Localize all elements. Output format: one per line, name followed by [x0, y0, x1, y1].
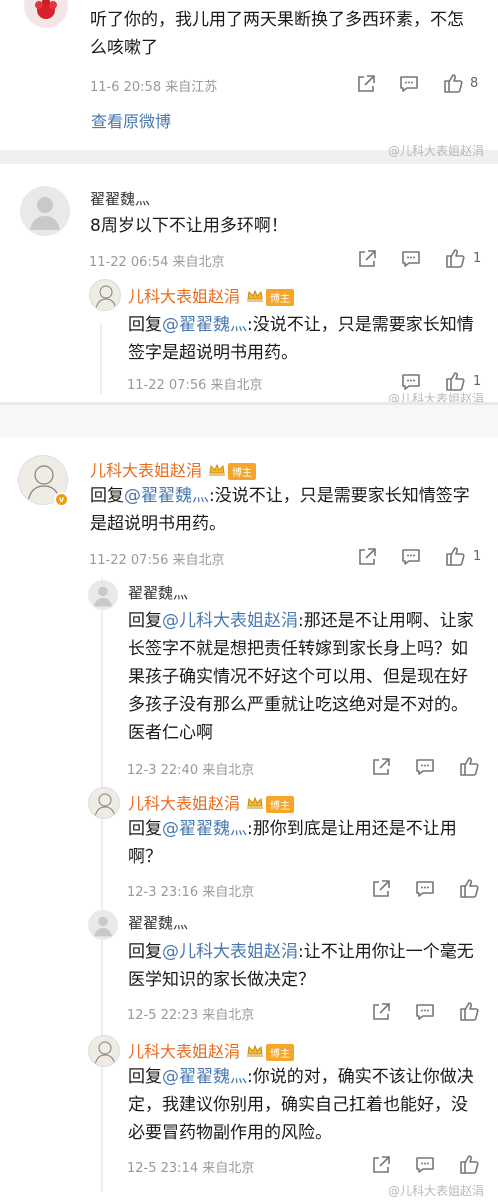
thumbs-up-icon[interactable]	[444, 370, 466, 392]
avatar[interactable]	[88, 1035, 120, 1067]
reply-prefix: 回复	[90, 486, 124, 506]
reply-meta: 12-5 22:23 来自北京	[127, 1008, 255, 1023]
comment-card: 翟翟魏灬 8周岁以下不让用多环啊！ 11-22 06:54 来自北京 1 儿科大…	[0, 164, 498, 402]
crown-icon	[246, 288, 264, 307]
reply-text: 回复@翟翟魏灬:你说的对，确实不该让你做决定，我建议你别用，确实自己扛着也能好，…	[128, 1063, 478, 1147]
host-badge: 博主	[266, 289, 295, 306]
comment-icon[interactable]	[400, 546, 422, 568]
crown-icon	[208, 462, 226, 481]
comment-icon[interactable]	[398, 73, 420, 95]
share-icon[interactable]	[356, 248, 378, 270]
commenter-name[interactable]: 翟翟魏灬	[90, 188, 150, 209]
thumbs-up-icon[interactable]	[458, 1153, 480, 1175]
thumbs-up-icon[interactable]	[458, 877, 480, 899]
reply-meta: 12-5 23:14 来自北京	[127, 1161, 255, 1176]
share-icon[interactable]	[370, 878, 392, 900]
comment-icon[interactable]	[414, 1154, 436, 1176]
avatar[interactable]	[88, 910, 118, 940]
avatar[interactable]	[88, 787, 120, 819]
avatar[interactable]	[89, 279, 121, 311]
mention-link[interactable]: @翟翟魏灬	[162, 1067, 247, 1087]
comment-meta: 11-22 07:56 来自北京	[89, 553, 225, 568]
comment-text: 听了你的，我儿用了两天果断换了多西环素，不怎么咳嗽了	[90, 10, 464, 58]
like-count: 8	[470, 76, 479, 91]
reply-text: 回复@儿科大表姐赵涓:让不让用你让一个毫无医学知识的家长做决定？	[128, 938, 478, 994]
like-count: 1	[473, 251, 482, 266]
comment-meta: 11-6 20:58 来自江苏	[90, 80, 218, 95]
crown-icon	[246, 795, 264, 814]
author-name[interactable]: 儿科大表姐赵涓	[90, 461, 202, 480]
reply-author-name[interactable]: 儿科大表姐赵涓	[128, 287, 240, 306]
like-count: 1	[473, 374, 482, 389]
comment-icon[interactable]	[400, 248, 422, 270]
comment-text: 回复@翟翟魏灬:没说不让，只是需要家长知情签字是超说明书用药。	[90, 482, 480, 538]
like-count: 1	[473, 549, 482, 564]
mention-link[interactable]: @儿科大表姐赵涓	[162, 611, 298, 631]
reply-text: 回复@翟翟魏灬:那你到底是让用还是不让用啊？	[128, 815, 478, 871]
share-icon[interactable]	[370, 1154, 392, 1176]
reply-text: 回复@翟翟魏灬:没说不让，只是需要家长知情签字是超说明书用药。	[128, 311, 478, 367]
view-original-link[interactable]: 查看原微博	[91, 108, 171, 132]
reply-prefix: 回复	[128, 315, 162, 335]
divider	[0, 405, 498, 437]
verified-badge-icon: v	[54, 492, 69, 507]
share-icon[interactable]	[355, 73, 377, 95]
thumbs-up-icon[interactable]	[444, 545, 466, 567]
reply-meta: 12-3 22:40 来自北京	[127, 763, 255, 778]
host-badge: 博主	[266, 796, 295, 813]
share-icon[interactable]	[356, 546, 378, 568]
share-icon[interactable]	[370, 1001, 392, 1023]
comment-icon[interactable]	[414, 1001, 436, 1023]
reply-author[interactable]: 儿科大表姐赵涓 博主	[128, 1038, 295, 1062]
reply-prefix: 回复	[128, 819, 162, 839]
mention-link[interactable]: @翟翟魏灬	[162, 315, 247, 335]
watermark: @儿科大表姐赵涓	[388, 1184, 485, 1198]
comment-text: 8周岁以下不让用多环啊！	[90, 216, 288, 236]
watermark: @儿科大表姐赵涓	[388, 144, 485, 158]
reply-meta: 11-22 07:56 来自北京	[127, 378, 263, 393]
comment-icon[interactable]	[414, 878, 436, 900]
reply-author-name[interactable]: 儿科大表姐赵涓	[128, 1042, 240, 1061]
reply-author[interactable]: 儿科大表姐赵涓 博主	[128, 283, 295, 307]
share-icon[interactable]	[370, 756, 392, 778]
mention-link[interactable]: @翟翟魏灬	[162, 819, 247, 839]
comment-author[interactable]: 儿科大表姐赵涓 博主	[90, 457, 257, 481]
reply-author-name[interactable]: 翟翟魏灬	[128, 912, 188, 933]
top-comment-card: 听了你的，我儿用了两天果断换了多西环素，不怎么咳嗽了 11-6 20:58 来自…	[0, 0, 498, 150]
mention-link[interactable]: @翟翟魏灬	[124, 486, 209, 506]
reply-thread-line	[101, 577, 103, 1192]
reply-author-name[interactable]: 儿科大表姐赵涓	[128, 794, 240, 813]
thumbs-up-icon[interactable]	[458, 755, 480, 777]
avatar[interactable]	[24, 0, 68, 28]
reply-prefix: 回复	[128, 611, 162, 631]
reply-author-name[interactable]: 翟翟魏灬	[128, 582, 188, 603]
mention-link[interactable]: @儿科大表姐赵涓	[162, 942, 298, 962]
avatar[interactable]	[88, 580, 118, 610]
reply-text: 回复@儿科大表姐赵涓:那还是不让用啊、让家长签字不就是想把责任转嫁到家长身上吗？…	[128, 607, 478, 747]
thumbs-up-icon[interactable]	[458, 1000, 480, 1022]
thumbs-up-icon[interactable]	[442, 72, 464, 94]
reply-prefix: 回复	[128, 942, 162, 962]
reply-prefix: 回复	[128, 1067, 162, 1087]
thread-card: v 儿科大表姐赵涓 博主 回复@翟翟魏灬:没说不让，只是需要家长知情签字是超说明书…	[0, 437, 498, 1200]
crown-icon	[246, 1043, 264, 1062]
host-badge: 博主	[266, 1044, 295, 1061]
comment-icon[interactable]	[414, 756, 436, 778]
avatar[interactable]	[20, 186, 70, 236]
thumbs-up-icon[interactable]	[444, 247, 466, 269]
comment-meta: 11-22 06:54 来自北京	[89, 255, 225, 270]
reply-meta: 12-3 23:16 来自北京	[127, 885, 255, 900]
reply-thread-line	[100, 324, 102, 394]
host-badge: 博主	[228, 463, 257, 480]
reply-author[interactable]: 儿科大表姐赵涓 博主	[128, 790, 295, 814]
